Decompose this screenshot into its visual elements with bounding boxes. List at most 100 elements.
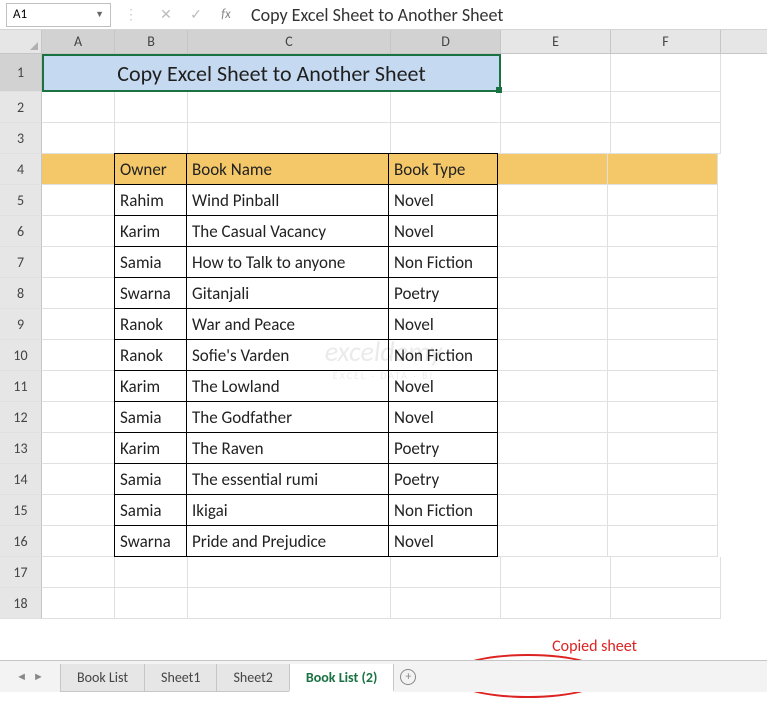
- row-header[interactable]: 18: [0, 588, 42, 619]
- cell[interactable]: Samia: [114, 246, 187, 278]
- cell[interactable]: [608, 278, 718, 309]
- cell[interactable]: [42, 588, 115, 619]
- col-header-c[interactable]: C: [188, 30, 391, 53]
- cell[interactable]: Novel: [388, 215, 498, 247]
- row-header[interactable]: 3: [0, 123, 42, 154]
- cell[interactable]: Pride and Prejudice: [186, 525, 389, 557]
- cell[interactable]: The Raven: [186, 432, 389, 464]
- cell[interactable]: [42, 464, 115, 495]
- col-header-d[interactable]: D: [391, 30, 501, 53]
- cell[interactable]: [498, 464, 608, 495]
- cell[interactable]: [608, 185, 718, 216]
- cell[interactable]: [391, 123, 501, 154]
- cell[interactable]: War and Peace: [186, 308, 389, 340]
- cell[interactable]: [42, 433, 115, 464]
- cell[interactable]: [608, 464, 718, 495]
- cell[interactable]: [115, 557, 188, 588]
- cell[interactable]: The essential rumi: [186, 463, 389, 495]
- cell[interactable]: [501, 123, 611, 154]
- cell[interactable]: [42, 123, 115, 154]
- cell[interactable]: [611, 123, 721, 154]
- cell[interactable]: Non Fiction: [388, 246, 498, 278]
- sheet-tab[interactable]: Sheet2: [216, 664, 289, 692]
- sheet-tab[interactable]: Book List: [60, 664, 145, 692]
- row-header[interactable]: 5: [0, 185, 42, 216]
- cell[interactable]: The Lowland: [186, 370, 389, 402]
- cell[interactable]: [115, 123, 188, 154]
- cell[interactable]: Poetry: [388, 277, 498, 309]
- cell[interactable]: The Godfather: [186, 401, 389, 433]
- fx-icon[interactable]: fx: [211, 7, 241, 22]
- row-header[interactable]: 12: [0, 402, 42, 433]
- cell[interactable]: [188, 92, 391, 123]
- cell[interactable]: Non Fiction: [388, 494, 498, 526]
- row-header[interactable]: 14: [0, 464, 42, 495]
- cell[interactable]: [42, 340, 115, 371]
- cell[interactable]: [611, 557, 721, 588]
- cell[interactable]: Ranok: [114, 308, 187, 340]
- cell[interactable]: [608, 495, 718, 526]
- row-header[interactable]: 6: [0, 216, 42, 247]
- cell[interactable]: Rahim: [114, 184, 187, 216]
- row-header[interactable]: 15: [0, 495, 42, 526]
- cell[interactable]: [608, 309, 718, 340]
- cell[interactable]: [498, 216, 608, 247]
- new-sheet-button[interactable]: +: [393, 663, 423, 691]
- tab-nav-arrows[interactable]: ◄ ►: [0, 670, 60, 683]
- cell[interactable]: [501, 92, 611, 123]
- cell[interactable]: Wind Pinball: [186, 184, 389, 216]
- cell[interactable]: [608, 371, 718, 402]
- cell[interactable]: [115, 92, 188, 123]
- cell[interactable]: [608, 247, 718, 278]
- cell[interactable]: [608, 526, 718, 557]
- col-header-e[interactable]: E: [501, 30, 611, 53]
- cell[interactable]: [498, 247, 608, 278]
- cell[interactable]: [42, 185, 115, 216]
- cell[interactable]: [501, 54, 611, 92]
- cell[interactable]: [42, 402, 115, 433]
- cell[interactable]: [498, 371, 608, 402]
- row-header[interactable]: 1: [0, 54, 42, 92]
- cell[interactable]: [498, 433, 608, 464]
- cell[interactable]: [611, 54, 721, 92]
- cell[interactable]: [498, 495, 608, 526]
- cell[interactable]: Samia: [114, 494, 187, 526]
- cell[interactable]: [42, 247, 115, 278]
- sheet-tab[interactable]: Sheet1: [144, 664, 217, 692]
- cell[interactable]: [42, 278, 115, 309]
- cell[interactable]: Poetry: [388, 432, 498, 464]
- cell[interactable]: Book Type: [388, 153, 498, 185]
- cell[interactable]: [188, 557, 391, 588]
- row-header[interactable]: 9: [0, 309, 42, 340]
- cell[interactable]: Ranok: [114, 339, 187, 371]
- cell[interactable]: [42, 216, 115, 247]
- cell[interactable]: [611, 588, 721, 619]
- cell[interactable]: Samia: [114, 401, 187, 433]
- cell[interactable]: [42, 154, 115, 185]
- cell[interactable]: [498, 185, 608, 216]
- formula-bar-input[interactable]: Copy Excel Sheet to Another Sheet: [241, 4, 767, 26]
- cell[interactable]: Gitanjali: [186, 277, 389, 309]
- cell[interactable]: Novel: [388, 184, 498, 216]
- cell[interactable]: Novel: [388, 401, 498, 433]
- col-header-f[interactable]: F: [611, 30, 721, 53]
- row-header[interactable]: 4: [0, 154, 42, 185]
- row-header[interactable]: 16: [0, 526, 42, 557]
- cell[interactable]: Sofie's Varden: [186, 339, 389, 371]
- cell[interactable]: Ikigai: [186, 494, 389, 526]
- chevron-right-icon[interactable]: ►: [33, 670, 44, 683]
- cell[interactable]: Karim: [114, 432, 187, 464]
- cell[interactable]: Novel: [388, 370, 498, 402]
- cell[interactable]: [115, 588, 188, 619]
- cell[interactable]: [42, 495, 115, 526]
- cell[interactable]: Non Fiction: [388, 339, 498, 371]
- cell[interactable]: [188, 588, 391, 619]
- cell[interactable]: [391, 557, 501, 588]
- spreadsheet-grid[interactable]: Copy Excel Sheet to Another Sheet 1234Ow…: [0, 54, 767, 619]
- col-header-a[interactable]: A: [42, 30, 115, 53]
- cell[interactable]: [498, 278, 608, 309]
- cell[interactable]: [42, 557, 115, 588]
- name-box[interactable]: A1 ▼: [6, 3, 111, 27]
- cell[interactable]: [391, 92, 501, 123]
- chevron-left-icon[interactable]: ◄: [16, 670, 27, 683]
